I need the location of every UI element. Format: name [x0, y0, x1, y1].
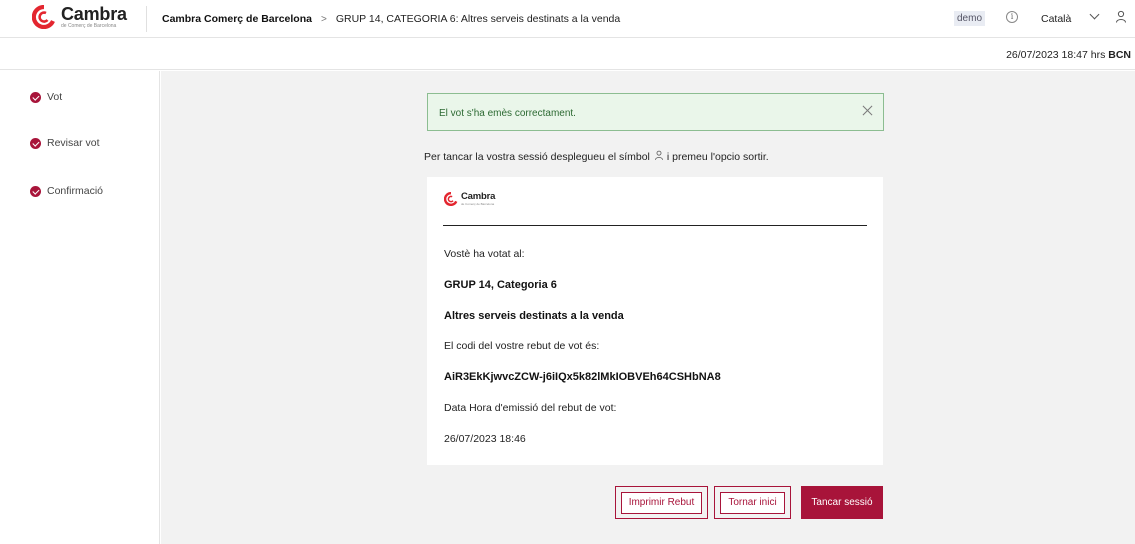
main-content: El vot s'ha emès correctament. Per tanca… [161, 71, 1135, 544]
voted-group: GRUP 14, Categoria 6 [444, 279, 557, 291]
logout-label: Tancar sessió [811, 497, 873, 508]
voted-category: Altres serveis destinats a la venda [444, 310, 624, 322]
user-icon[interactable] [1115, 10, 1127, 24]
datetime-value: 26/07/2023 18:47 hrs [1006, 49, 1106, 61]
alert-message: El vot s'ha emès correctament. [439, 108, 576, 119]
cambra-logo-icon [444, 192, 458, 206]
home-button[interactable]: Tornar inici [714, 486, 791, 519]
logo-name: Cambra [61, 4, 127, 24]
home-label: Tornar inici [720, 492, 785, 514]
date-bar: 26/07/2023 18:47 hrs BCN [0, 38, 1135, 70]
close-icon[interactable] [862, 105, 873, 116]
vote-receipt: Cambra de Comerç de Barcelona Vostè ha v… [427, 177, 883, 465]
receipt-divider [443, 225, 867, 226]
logout-instruction: Per tancar la vostra sessió desplegueu e… [424, 150, 769, 163]
breadcrumb-category: GRUP 14, CATEGORIA 6: Altres serveis des… [335, 13, 621, 25]
check-circle-icon [30, 91, 41, 103]
top-header: Cambra de Comerç de Barcelona Cambra Com… [0, 0, 1135, 38]
step-label: Revisar vot [47, 137, 100, 149]
receipt-logo-name: Cambra [461, 191, 496, 203]
print-receipt-button[interactable]: Imprimir Rebut [615, 486, 708, 519]
user-icon [654, 150, 663, 160]
cambra-logo-icon [32, 5, 55, 29]
receipt-logo-subtitle: de Comerç de Barcelona [461, 201, 495, 206]
step-label: Vot [47, 91, 63, 103]
chevron-down-icon[interactable] [1089, 9, 1100, 20]
step-vot[interactable]: Vot [30, 91, 62, 103]
info-icon[interactable]: i [1006, 11, 1018, 23]
logo-subtitle: de Comerç de Barcelona [61, 23, 117, 29]
receipt-code-label: El codi del vostre rebut de vot és: [444, 340, 600, 352]
receipt-logo: Cambra de Comerç de Barcelona [444, 192, 495, 206]
instruction-after: i premeu l'opcio sortir. [666, 151, 769, 163]
breadcrumb-separator: > [320, 13, 327, 25]
step-label: Confirmació [47, 185, 104, 197]
step-revisar-vot[interactable]: Revisar vot [30, 137, 100, 149]
receipt-date: 26/07/2023 18:46 [444, 433, 526, 445]
check-circle-icon [30, 185, 41, 197]
steps-sidebar: Vot Revisar vot Confirmació [0, 71, 160, 544]
instruction-before: Per tancar la vostra sessió desplegueu e… [424, 151, 650, 163]
receipt-code: AiR3EkKjwvcZCW-j6iIQx5k82lMkIOBVEh64CSHb… [444, 371, 721, 383]
language-selector[interactable]: Català [1041, 13, 1071, 25]
step-confirmacio[interactable]: Confirmació [30, 185, 103, 197]
receipt-date-label: Data Hora d'emissió del rebut de vot: [444, 402, 617, 414]
datetime-zone: BCN [1108, 49, 1131, 61]
current-datetime: 26/07/2023 18:47 hrs BCN [1006, 49, 1131, 61]
voted-label: Vostè ha votat al: [444, 248, 525, 260]
cambra-logo[interactable]: Cambra de Comerç de Barcelona [32, 5, 127, 29]
breadcrumb: Cambra Comerç de Barcelona > GRUP 14, CA… [162, 13, 620, 25]
demo-badge: demo [954, 11, 986, 26]
success-alert: El vot s'ha emès correctament. [427, 93, 884, 131]
header-divider [146, 6, 147, 32]
check-circle-icon [30, 137, 41, 149]
breadcrumb-org[interactable]: Cambra Comerç de Barcelona [162, 13, 312, 25]
print-receipt-label: Imprimir Rebut [621, 492, 702, 514]
logout-button[interactable]: Tancar sessió [801, 486, 883, 519]
